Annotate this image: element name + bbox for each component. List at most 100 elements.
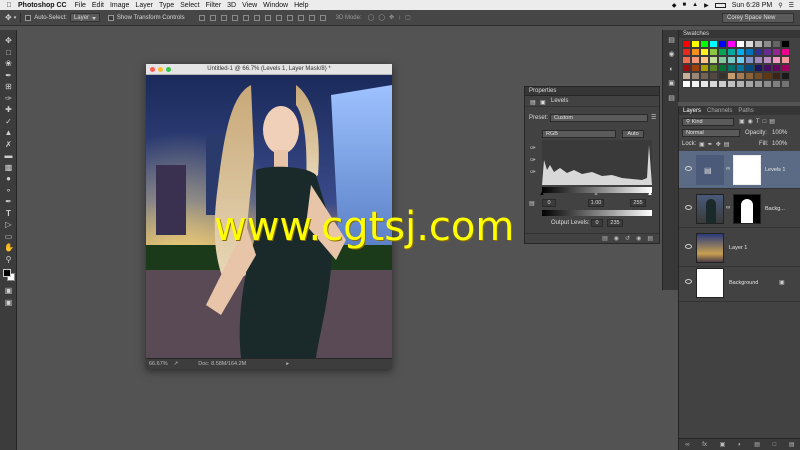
adjustments-panel-icon[interactable]: ◐ [667, 65, 676, 74]
color-swatch[interactable] [754, 64, 763, 72]
color-swatch[interactable] [718, 72, 727, 80]
workspace-switcher[interactable]: Corey Space New [722, 13, 794, 23]
color-swatch[interactable] [700, 72, 709, 80]
lasso-tool-icon[interactable]: ❀ [4, 59, 13, 68]
align-right-icon[interactable] [253, 14, 260, 21]
input-mid-value[interactable]: 1.00 [588, 199, 604, 207]
battery-icon[interactable] [714, 2, 726, 8]
color-swatch[interactable] [682, 48, 691, 56]
distribute-right-icon[interactable] [319, 14, 326, 21]
menu-select[interactable]: Select [180, 2, 205, 9]
lock-icons[interactable]: ▣✒✥▤ [699, 141, 732, 148]
zoom-tool-icon[interactable]: ⚲ [4, 255, 13, 264]
color-swatch[interactable] [700, 80, 709, 88]
type-tool-icon[interactable]: T [4, 209, 13, 218]
path-select-tool-icon[interactable]: ▷ [4, 220, 13, 229]
close-button[interactable] [150, 67, 155, 72]
color-swatch[interactable] [718, 80, 727, 88]
move-tool-icon[interactable]: ✥ [5, 13, 12, 22]
color-swatch[interactable] [727, 48, 736, 56]
layer-mask-thumb[interactable] [733, 155, 761, 185]
properties-tab[interactable]: Properties [525, 87, 659, 96]
color-swatch[interactable] [736, 56, 745, 64]
new-layer-icon[interactable]: □ [773, 442, 777, 448]
color-swatch[interactable] [745, 56, 754, 64]
color-swatch[interactable] [781, 40, 790, 48]
black-eyedropper-icon[interactable]: ✑ [530, 144, 536, 152]
screen-mode-icon[interactable]: ▣ [4, 298, 13, 307]
dropbox-icon[interactable]: ◆ [672, 2, 677, 9]
color-swatch[interactable] [736, 48, 745, 56]
color-panel-icon[interactable]: ◉ [667, 50, 676, 59]
color-swatch[interactable] [709, 40, 718, 48]
delete-icon[interactable]: ▤ [647, 235, 653, 242]
hand-tool-icon[interactable]: ✋ [4, 243, 14, 252]
output-black-value[interactable]: 0 [591, 219, 603, 227]
color-swatch[interactable] [727, 56, 736, 64]
color-swatch[interactable] [727, 64, 736, 72]
transform-controls-checkbox[interactable] [107, 14, 114, 21]
color-swatch[interactable] [763, 72, 772, 80]
layer-mask-thumb[interactable] [733, 194, 761, 224]
menu-edit[interactable]: Edit [92, 2, 110, 9]
color-swatch[interactable] [709, 72, 718, 80]
tab-layers[interactable]: Layers [683, 108, 701, 114]
layer-name[interactable]: Backg... [765, 206, 785, 212]
menu-type[interactable]: Type [159, 2, 180, 9]
color-swatch[interactable] [763, 80, 772, 88]
reset-icon[interactable]: ↺ [625, 235, 630, 242]
marquee-tool-icon[interactable]: □ [4, 48, 13, 57]
camera-icon[interactable]: ■ [683, 2, 687, 8]
link-layers-icon[interactable]: ∞ [685, 442, 689, 448]
menu-filter[interactable]: Filter [206, 2, 228, 9]
brush-tool-icon[interactable]: ✓ [4, 117, 13, 126]
opacity-value[interactable]: 100% [772, 130, 787, 136]
color-swatch[interactable] [745, 40, 754, 48]
foreground-color-swatch[interactable] [3, 269, 11, 277]
visibility-eye-icon[interactable] [685, 244, 692, 249]
color-swatch[interactable] [718, 40, 727, 48]
color-swatch[interactable] [781, 64, 790, 72]
color-swatch[interactable] [754, 56, 763, 64]
export-icon[interactable]: ↗ [174, 361, 179, 367]
color-swatch[interactable] [736, 80, 745, 88]
menu-window[interactable]: Window [263, 2, 294, 9]
minimize-button[interactable] [158, 67, 163, 72]
color-swatch[interactable] [727, 40, 736, 48]
quick-mask-icon[interactable]: ▣ [4, 286, 13, 295]
color-swatch[interactable] [754, 72, 763, 80]
menu-help[interactable]: Help [294, 2, 314, 9]
input-mid-slider[interactable]: ▲ [593, 191, 599, 197]
layer-name[interactable]: Background [729, 280, 758, 286]
color-swatch[interactable] [763, 40, 772, 48]
move-tool-icon[interactable]: ✥ [4, 36, 13, 45]
layer-row-layer-1[interactable]: Layer 1 [679, 229, 800, 267]
input-white-slider[interactable]: ▲ [647, 191, 653, 197]
color-swatch[interactable] [772, 64, 781, 72]
menu-layer[interactable]: Layer [135, 2, 159, 9]
color-swatch[interactable] [709, 64, 718, 72]
menu-app[interactable]: Photoshop CC [18, 2, 75, 9]
eyedropper-tool-icon[interactable]: ✑ [4, 94, 13, 103]
color-swatch[interactable] [691, 56, 700, 64]
tab-paths[interactable]: Paths [738, 108, 753, 114]
input-white-value[interactable]: 255 [630, 199, 646, 207]
previous-state-icon[interactable]: ◉ [614, 235, 619, 242]
wifi-icon[interactable]: ▲ [692, 2, 698, 8]
color-swatch[interactable] [682, 72, 691, 80]
color-swatch[interactable] [718, 56, 727, 64]
color-swatch[interactable] [754, 80, 763, 88]
properties-panel-icon[interactable]: ▤ [667, 94, 676, 103]
align-vcenter-icon[interactable] [209, 14, 216, 21]
healing-tool-icon[interactable]: ✚ [4, 105, 13, 114]
delete-layer-icon[interactable]: ▤ [789, 441, 795, 448]
input-black-slider[interactable]: ▲ [539, 191, 545, 197]
swatches-tab[interactable]: Swatches [679, 30, 800, 38]
color-swatch[interactable] [772, 48, 781, 56]
layer-row-levels[interactable]: ▤ ∞ Levels 1 [679, 151, 800, 189]
distribute-vcenter-icon[interactable] [275, 14, 282, 21]
eraser-tool-icon[interactable]: ▬ [4, 151, 13, 160]
crop-tool-icon[interactable]: ⊞ [4, 82, 13, 91]
color-swatch[interactable] [718, 64, 727, 72]
layer-row-background-copy[interactable]: ∞ Backg... [679, 190, 800, 228]
